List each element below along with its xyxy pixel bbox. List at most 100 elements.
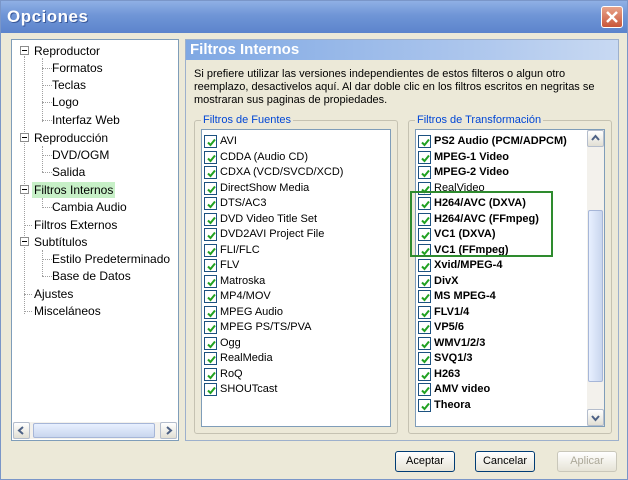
filter-checkbox[interactable] [204, 197, 217, 210]
tree-item-estilo-predeterminado[interactable]: Estilo Predeterminado [50, 251, 172, 267]
filter-checkbox[interactable] [204, 212, 217, 226]
tree-item-salida[interactable]: Salida [50, 164, 87, 180]
filter-checkbox[interactable] [204, 166, 217, 179]
filter-checkbox[interactable] [204, 336, 217, 350]
checkmark-icon [421, 309, 430, 317]
checkmark-icon [207, 169, 216, 178]
transform-filters-list[interactable]: PS2 Audio (PCM/ADPCM) MPEG-1 Video MPEG-2 … [415, 129, 605, 427]
checkmark-icon [207, 138, 216, 147]
filter-checkbox[interactable] [418, 383, 431, 396]
source-filters-list[interactable]: AVI CDDA (Audio CD) CDXA (VCD/SVCD/XCD) Dir… [201, 129, 391, 427]
filter-label: AVI [220, 135, 237, 147]
tree-item-dvd-ogm[interactable]: DVD/OGM [50, 147, 111, 163]
filter-checkbox[interactable] [204, 367, 217, 381]
scroll-up-button[interactable] [587, 130, 604, 147]
tree-item-base-de-datos[interactable]: Base de Datos [50, 268, 133, 284]
filter-checkbox[interactable] [204, 305, 217, 319]
apply-button[interactable]: Aplicar [557, 451, 617, 472]
filter-checkbox[interactable] [204, 383, 217, 396]
tree-item-reproductor[interactable]: Reproductor [32, 43, 102, 59]
tree-connector [42, 146, 43, 172]
tree-item-cambia-audio[interactable]: Cambia Audio [50, 199, 129, 215]
filter-checkbox[interactable] [204, 243, 217, 257]
filter-checkbox[interactable] [204, 181, 217, 195]
tree-connector [24, 294, 32, 295]
tree-item-reproduccion[interactable]: Reproducción [32, 130, 110, 146]
tree-horizontal-scrollbar[interactable] [13, 422, 177, 439]
checkmark-icon [207, 262, 216, 271]
checkmark-icon [207, 231, 216, 240]
filter-label: DivX [434, 274, 459, 287]
filter-label: DVD2AVI Project File [220, 228, 325, 240]
filter-checkbox[interactable] [418, 274, 431, 288]
transform-filters-title: Filtros de Transformación [415, 114, 544, 126]
cancel-button[interactable]: Cancelar [475, 451, 535, 472]
tree-item-interfaz-web[interactable]: Interfaz Web [50, 112, 122, 128]
highlight-annotation [410, 191, 553, 257]
panel-title: Filtros Internos [190, 41, 300, 58]
checkmark-icon [421, 278, 430, 286]
collapse-icon[interactable] [20, 237, 29, 246]
panel-description: Si prefiere utilizar las versiones indep… [194, 68, 595, 106]
tree-item-subtitulos[interactable]: Subtítulos [32, 234, 89, 250]
checkmark-icon [421, 138, 430, 147]
scroll-left-button[interactable] [13, 422, 30, 439]
filter-checkbox[interactable] [204, 259, 217, 272]
tree-item-filtros-externos[interactable]: Filtros Externos [32, 217, 119, 233]
filter-label: MPEG-2 Video [434, 166, 509, 178]
filter-label: FLV [220, 259, 240, 271]
options-window: Opciones Reproductor Formatos Teclas Log… [0, 0, 628, 480]
arrow-up-icon [591, 134, 600, 141]
filter-checkbox[interactable] [204, 135, 217, 148]
arrow-right-icon [166, 426, 173, 435]
tree-item-logo[interactable]: Logo [50, 94, 81, 110]
scroll-thumb[interactable] [588, 210, 603, 382]
filter-checkbox[interactable] [204, 228, 217, 241]
transform-vertical-scrollbar[interactable] [587, 130, 604, 426]
close-icon [606, 11, 618, 23]
checkmark-icon [207, 278, 216, 286]
filter-checkbox[interactable] [204, 352, 217, 365]
filter-checkbox[interactable] [204, 274, 217, 288]
tree-item-formatos[interactable]: Formatos [50, 60, 105, 76]
checkmark-icon [207, 200, 216, 209]
options-tree[interactable]: Reproductor Formatos Teclas Logo Interfa… [11, 39, 179, 441]
filter-checkbox[interactable] [418, 259, 431, 272]
filter-label: PS2 Audio (PCM/ADPCM) [434, 135, 567, 147]
tree-connector [24, 225, 32, 226]
filter-checkbox[interactable] [418, 290, 431, 303]
filters-panel: Filtros Internos Si prefiere utilizar la… [185, 39, 619, 441]
tree-connector [24, 311, 32, 312]
accept-button[interactable]: Aceptar [395, 451, 455, 472]
filter-checkbox[interactable] [418, 166, 431, 179]
tree-item-filtros-internos[interactable]: Filtros Internos [32, 182, 116, 198]
filter-checkbox[interactable] [418, 305, 431, 319]
tree-item-teclas[interactable]: Teclas [50, 77, 88, 93]
collapse-icon[interactable] [20, 46, 29, 55]
scroll-right-button[interactable] [160, 422, 177, 439]
close-button[interactable] [601, 6, 623, 28]
filter-checkbox[interactable] [418, 150, 431, 164]
checkmark-icon [421, 169, 430, 178]
scroll-thumb[interactable] [33, 423, 155, 438]
checkmark-icon [421, 324, 430, 333]
filter-checkbox[interactable] [418, 336, 431, 350]
title-bar[interactable]: Opciones [1, 1, 627, 33]
checkmark-icon [421, 293, 430, 302]
filter-checkbox[interactable] [418, 352, 431, 365]
tree-item-miscelaneos[interactable]: Misceláneos [32, 303, 103, 319]
filter-checkbox[interactable] [204, 150, 217, 164]
filter-checkbox[interactable] [418, 398, 431, 412]
collapse-icon[interactable] [20, 185, 29, 194]
collapse-icon[interactable] [20, 133, 29, 142]
filter-checkbox[interactable] [418, 321, 431, 334]
filter-checkbox[interactable] [418, 135, 431, 148]
checkmark-icon [421, 262, 430, 271]
arrow-down-icon [591, 415, 600, 422]
filter-checkbox[interactable] [204, 321, 217, 334]
filter-label: Xvid/MPEG-4 [434, 259, 503, 271]
filter-checkbox[interactable] [418, 367, 431, 381]
filter-checkbox[interactable] [204, 290, 217, 303]
tree-item-ajustes[interactable]: Ajustes [32, 286, 75, 302]
scroll-down-button[interactable] [587, 409, 604, 426]
